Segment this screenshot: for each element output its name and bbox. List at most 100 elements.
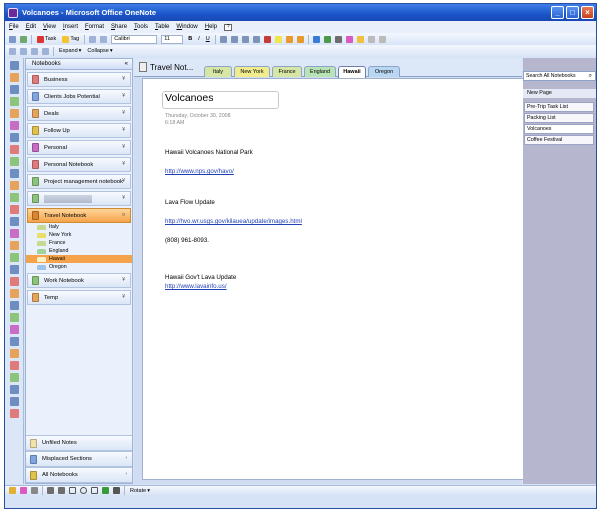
underline-button[interactable]: U — [205, 35, 211, 44]
note-page[interactable]: Volcanoes Thursday, October 30, 2008 6:1… — [142, 78, 527, 480]
menu-window[interactable]: Window — [176, 24, 197, 30]
strip-icon[interactable] — [9, 85, 19, 94]
expand-button[interactable]: Expand ▾ — [58, 47, 82, 56]
thickness-tool-icon[interactable] — [113, 487, 120, 494]
strip-icon[interactable] — [9, 337, 19, 346]
strip-icon[interactable] — [9, 73, 19, 82]
select-icon[interactable] — [367, 35, 375, 43]
strip-icon[interactable] — [9, 97, 19, 106]
minimize-button[interactable]: _ — [551, 6, 564, 19]
tab-hawaii[interactable]: Hawaii — [338, 66, 366, 78]
page-item-packing[interactable]: Packing List — [524, 113, 594, 123]
notebook-blurred[interactable]: ¥ — [27, 191, 131, 206]
notebook-travel[interactable]: Travel Notebook ¤ — [27, 208, 131, 223]
strip-icon[interactable] — [9, 253, 19, 262]
strip-icon[interactable] — [9, 277, 19, 286]
nav-header[interactable]: Notebooks « — [26, 59, 132, 70]
lasso-icon[interactable] — [356, 35, 364, 43]
unfiled-notes-button[interactable]: Unfiled Notes — [26, 435, 132, 451]
notebook-personal[interactable]: Personal ¥ — [27, 140, 131, 155]
font-color-icon[interactable] — [263, 35, 271, 43]
numbering-icon[interactable] — [230, 35, 238, 43]
tab-italy[interactable]: Italy — [204, 66, 232, 77]
menu-view[interactable]: View — [43, 24, 56, 30]
page-title[interactable]: Volcanoes — [165, 92, 213, 104]
note-link[interactable]: http://www.lavainfo.us/ — [165, 283, 227, 290]
tab-france[interactable]: France — [272, 66, 302, 77]
menu-format[interactable]: Format — [85, 24, 104, 30]
strip-icon[interactable] — [9, 181, 19, 190]
strip-icon[interactable] — [9, 217, 19, 226]
indent-icon[interactable] — [252, 35, 260, 43]
strip-icon[interactable] — [9, 373, 19, 382]
strip-icon[interactable] — [9, 157, 19, 166]
triangle-tool-icon[interactable] — [91, 487, 98, 494]
strip-icon[interactable] — [9, 361, 19, 370]
outdent-icon[interactable] — [241, 35, 249, 43]
tag-button[interactable]: Tag — [61, 35, 80, 44]
menu-table[interactable]: Table — [155, 24, 169, 30]
strip-icon[interactable] — [9, 109, 19, 118]
eraser-tool-icon[interactable] — [31, 487, 38, 494]
strip-icon[interactable] — [9, 409, 19, 418]
insert-space-icon[interactable] — [378, 35, 386, 43]
chevron-down-icon[interactable]: ¥ — [122, 127, 125, 133]
tab-oregon[interactable]: Oregon — [368, 66, 400, 77]
section-new-york[interactable]: New York — [26, 231, 132, 239]
notebook-business[interactable]: Business ¥ — [27, 72, 131, 87]
notebook-work[interactable]: Work Notebook ¥ — [27, 273, 131, 288]
menu-help[interactable]: Help — [205, 24, 217, 30]
strip-icon[interactable] — [9, 265, 19, 274]
section-france[interactable]: France — [26, 239, 132, 247]
note-text[interactable]: Hawaii Volcanoes National Park — [165, 149, 253, 156]
oval-tool-icon[interactable] — [80, 487, 87, 494]
undo-icon[interactable] — [20, 35, 27, 43]
page-item-coffee[interactable]: Coffee Festival — [524, 135, 594, 145]
notebook-project-management[interactable]: Project management notebook ¥ — [27, 174, 131, 189]
strip-icon[interactable] — [9, 289, 19, 298]
notebook-temp[interactable]: Temp ¥ — [27, 290, 131, 305]
collapse-pane-icon[interactable]: « — [125, 59, 128, 69]
help-question-icon[interactable]: ? — [224, 23, 233, 31]
strip-icon[interactable] — [9, 133, 19, 142]
highlight-icon[interactable] — [274, 35, 282, 43]
pen-color-icon[interactable] — [323, 35, 331, 43]
strip-icon[interactable] — [9, 193, 19, 202]
maximize-button[interactable]: □ — [566, 6, 579, 19]
menu-insert[interactable]: Insert — [63, 24, 78, 30]
chevron-down-icon[interactable]: ¥ — [122, 277, 125, 283]
tab-new-york[interactable]: New York — [234, 66, 270, 77]
menu-edit[interactable]: Edit — [26, 24, 36, 30]
page-item-volcanoes[interactable]: Volcanoes — [524, 124, 594, 134]
hide-level-icon[interactable] — [42, 47, 49, 55]
rotate-button[interactable]: Rotate ▾ — [129, 486, 151, 495]
strip-icon[interactable] — [9, 205, 19, 214]
search-icon[interactable]: ⌕ — [589, 72, 592, 80]
italic-button[interactable]: I — [197, 35, 201, 44]
chevron-down-icon[interactable]: ¥ — [122, 76, 125, 82]
note-text[interactable]: Lava Flow Update — [165, 199, 215, 206]
eraser-icon[interactable] — [345, 35, 353, 43]
section-england[interactable]: England — [26, 247, 132, 255]
section-oregon[interactable]: Oregon — [26, 263, 132, 271]
note-text[interactable]: Hawaii Gov't Lava Update — [165, 274, 236, 281]
strip-icon[interactable] — [9, 385, 19, 394]
chevron-down-icon[interactable]: ¥ — [122, 195, 125, 201]
chevron-down-icon[interactable]: ¥ — [122, 161, 125, 167]
chevron-down-icon[interactable]: ¥ — [122, 178, 125, 184]
strip-icon[interactable] — [9, 229, 19, 238]
text-tool-icon[interactable] — [9, 487, 16, 494]
chevron-down-icon[interactable]: ¥ — [122, 110, 125, 116]
new-icon[interactable] — [9, 35, 16, 43]
notebook-deals[interactable]: Deals ¥ — [27, 106, 131, 121]
strip-icon[interactable] — [9, 169, 19, 178]
line-tool-icon[interactable] — [47, 487, 54, 494]
strip-icon[interactable] — [9, 349, 19, 358]
chevron-down-icon[interactable]: ¥ — [122, 294, 125, 300]
pen-tool-icon[interactable] — [20, 487, 27, 494]
new-page-button[interactable]: New Page — [523, 89, 596, 98]
strip-icon[interactable] — [9, 325, 19, 334]
chevron-up-icon[interactable]: ¤ — [122, 212, 125, 218]
all-notebooks-button[interactable]: All Notebooks › — [26, 467, 132, 483]
menu-file[interactable]: File — [9, 24, 19, 30]
